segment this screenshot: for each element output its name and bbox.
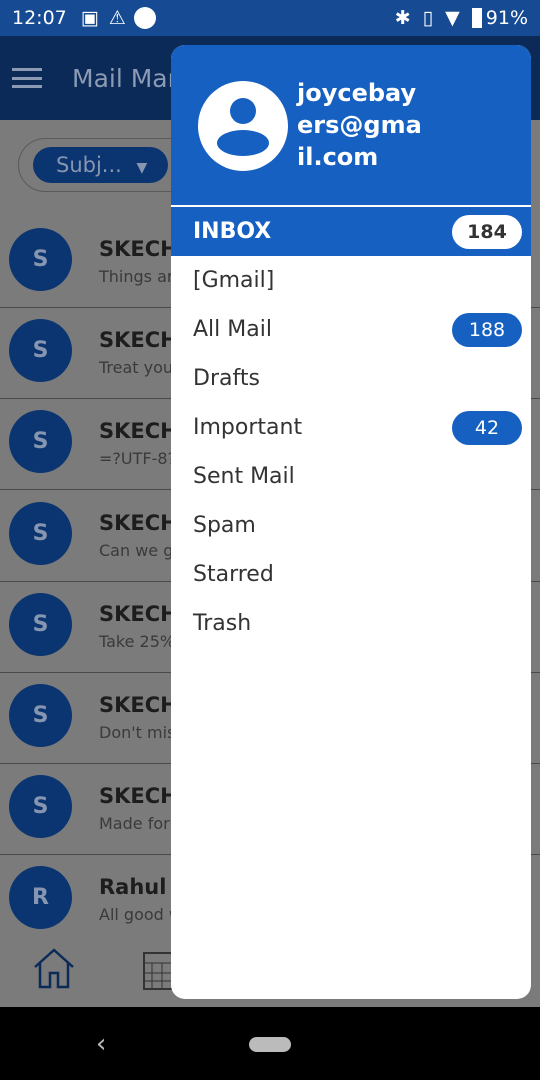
circle-icon — [133, 7, 156, 29]
home-pill[interactable] — [249, 1037, 291, 1052]
folder-label: Drafts — [193, 366, 260, 391]
chevron-down-icon: ▼ — [136, 160, 148, 176]
vibrate-icon: ▯ — [422, 7, 434, 29]
filter-dropdown[interactable]: Subj... ▼ — [33, 147, 168, 183]
folder-item[interactable]: Trash — [171, 599, 531, 648]
system-nav-bar: ‹ — [0, 1007, 540, 1080]
sender-name: Rahul - — [99, 875, 183, 900]
folder-item[interactable]: Starred — [171, 550, 531, 599]
folder-label: Spam — [193, 513, 256, 538]
calendar-icon[interactable] — [142, 947, 172, 991]
folder-item[interactable]: Sent Mail — [171, 452, 531, 501]
folder-list: INBOX 184 [Gmail] All Mail 188 Drafts Im… — [171, 207, 531, 648]
back-icon[interactable]: ‹ — [96, 1029, 106, 1059]
folder-label: [Gmail] — [193, 268, 275, 293]
battery-level: 91% — [485, 7, 528, 29]
email-snippet: Take 25% — [99, 631, 176, 651]
battery-icon — [471, 8, 482, 28]
sender-avatar: S — [9, 501, 72, 565]
wifi-icon: ▼ — [445, 7, 460, 29]
email-snippet: Don't mis — [99, 723, 176, 742]
folder-item[interactable]: All Mail 188 — [171, 305, 531, 354]
status-bar: 12:07 ▣ ⚠ ✱ ▯ ▼ 91% — [0, 0, 540, 36]
folder-label: INBOX — [193, 219, 272, 244]
email-snippet: Can we g — [99, 540, 174, 560]
bluetooth-icon: ✱ — [394, 7, 411, 29]
folder-label: Sent Mail — [193, 464, 295, 489]
sender-avatar: S — [9, 319, 72, 383]
sender-avatar: S — [9, 684, 72, 747]
navigation-drawer: joycebayers@gmail.com INBOX 184 [Gmail] … — [171, 45, 531, 999]
email-snippet: Treat you — [99, 358, 174, 378]
unread-count-badge: 42 — [452, 410, 522, 445]
app-title: Mail Man — [72, 63, 184, 93]
account-avatar-icon — [198, 81, 288, 171]
sender-avatar: R — [9, 866, 72, 930]
folder-item[interactable]: Spam — [171, 501, 531, 550]
folder-label: Starred — [193, 562, 274, 587]
folder-item[interactable]: Drafts — [171, 354, 531, 403]
warning-icon: ⚠ — [108, 7, 126, 29]
sender-avatar: S — [9, 775, 72, 839]
folder-item[interactable]: INBOX 184 — [171, 207, 531, 256]
folder-label: Important — [193, 415, 303, 440]
menu-icon[interactable] — [12, 68, 42, 88]
sender-avatar: S — [9, 410, 72, 474]
folder-item[interactable]: Important 42 — [171, 403, 531, 452]
folder-item[interactable]: [Gmail] — [171, 256, 531, 305]
sender-avatar: S — [9, 228, 72, 291]
image-icon: ▣ — [80, 7, 99, 29]
folder-label: All Mail — [193, 317, 272, 342]
folder-label: Trash — [193, 611, 252, 636]
account-email: joycebayers@gmail.com — [297, 79, 422, 171]
clock: 12:07 — [12, 7, 67, 29]
home-icon[interactable] — [32, 947, 76, 989]
email-snippet: All good w — [99, 905, 182, 925]
filter-value: Subj... — [56, 153, 122, 177]
email-snippet: =?UTF-8? — [99, 449, 177, 469]
drawer-header: joycebayers@gmail.com — [171, 45, 531, 207]
sender-avatar: S — [9, 592, 72, 656]
unread-count-badge: 188 — [452, 312, 522, 347]
unread-count-badge: 184 — [452, 214, 522, 249]
email-snippet: Made for — [99, 814, 170, 834]
